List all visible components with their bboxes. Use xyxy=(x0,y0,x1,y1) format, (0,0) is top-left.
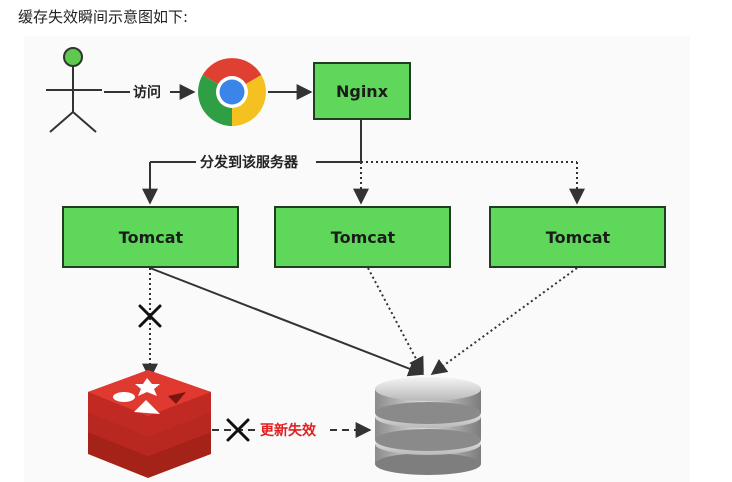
nginx-node: Nginx xyxy=(313,62,411,120)
nginx-label: Nginx xyxy=(336,82,389,101)
cache-invalidation-diagram: 访问 分发到该服务器 更新失效 Nginx Tomcat Tomcat Tomc… xyxy=(46,47,666,478)
edge-tomcat-right-to-db xyxy=(430,267,578,375)
tomcat-left-label: Tomcat xyxy=(119,228,184,247)
edge-label-visit: 访问 xyxy=(133,84,161,101)
redis-icon xyxy=(88,370,211,478)
edge-label-update-failed: 更新失效 xyxy=(260,422,317,439)
edge-label-distribute: 分发到该服务器 xyxy=(200,154,299,171)
tomcat-center-label: Tomcat xyxy=(331,228,396,247)
user-actor-icon xyxy=(46,47,102,133)
tomcat-right-node: Tomcat xyxy=(489,206,666,268)
database-icon xyxy=(375,377,481,475)
tomcat-left-node: Tomcat xyxy=(62,206,239,268)
tomcat-center-node: Tomcat xyxy=(274,206,451,268)
edge-tomcat-left-to-db xyxy=(149,267,425,377)
tomcat-right-label: Tomcat xyxy=(546,228,611,247)
chrome-browser-icon xyxy=(198,58,266,126)
